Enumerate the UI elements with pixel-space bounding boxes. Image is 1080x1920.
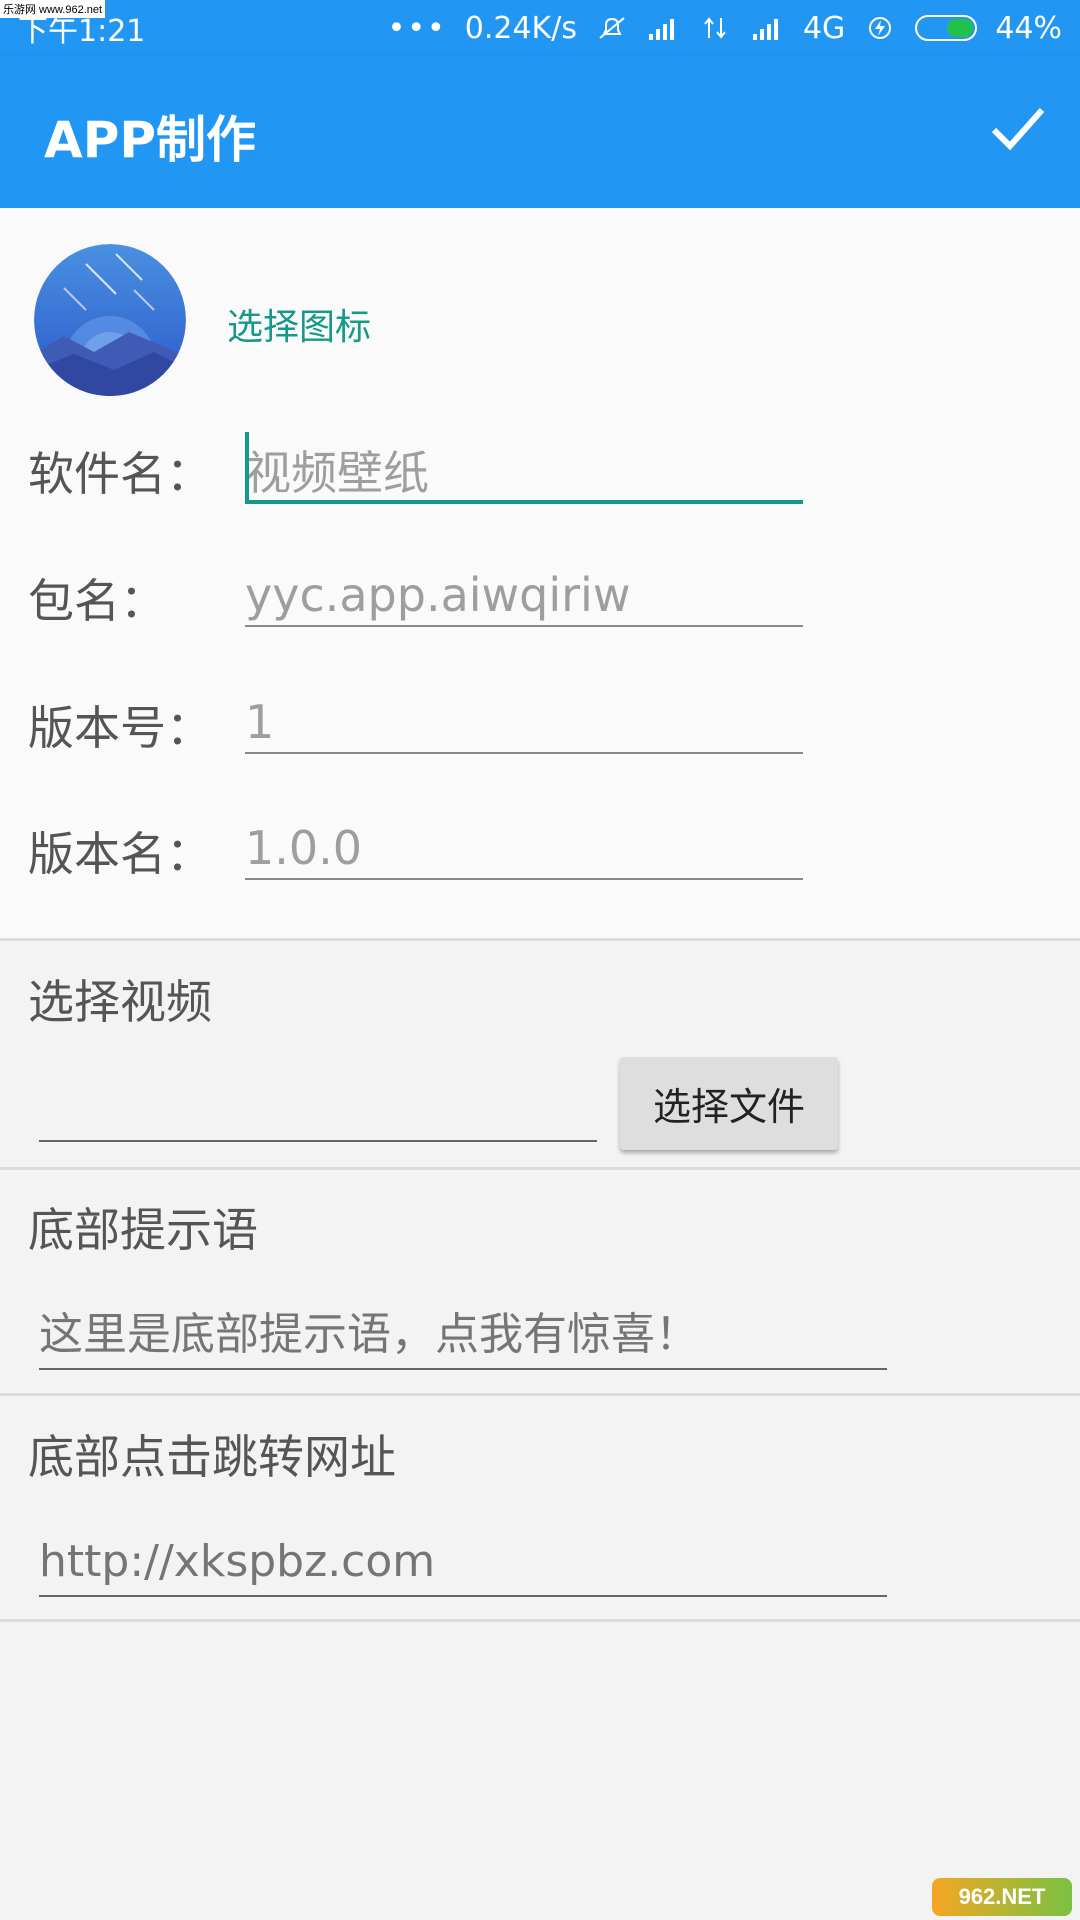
data-arrows-icon: [704, 17, 726, 39]
battery-percent: 44%: [995, 10, 1062, 46]
app-icon-image: [34, 244, 186, 396]
version-name-label: 版本名：: [28, 827, 212, 881]
status-indicators: ••• 0.24K/s 4G 44%: [388, 11, 1062, 46]
status-bar: 下午1:21 ••• 0.24K/s 4G 44%: [0, 0, 1080, 56]
check-icon[interactable]: [990, 104, 1046, 154]
video-path-input[interactable]: [39, 1080, 597, 1142]
signal-icon: [648, 19, 674, 40]
app-bar: APP制作: [0, 56, 1080, 208]
divider: [0, 1167, 1080, 1170]
version-name-input[interactable]: [245, 818, 803, 880]
more-dots: •••: [387, 10, 447, 46]
version-code-label: 版本号：: [28, 701, 212, 755]
page-title: APP制作: [44, 111, 256, 169]
network-speed: 0.24K/s: [464, 10, 577, 46]
package-name-input[interactable]: [245, 565, 803, 627]
footer-tip-input[interactable]: [39, 1300, 887, 1370]
network-type: 4G: [802, 10, 846, 46]
choose-file-button[interactable]: 选择文件: [620, 1057, 838, 1150]
package-name-label: 包名：: [28, 574, 166, 628]
footer-url-input[interactable]: [39, 1527, 887, 1597]
app-name-input[interactable]: [245, 440, 803, 504]
version-code-input[interactable]: [245, 692, 803, 754]
site-watermark: 乐游网 www.962.net: [0, 0, 106, 18]
app-name-label: 软件名：: [28, 447, 212, 501]
charging-icon: [869, 17, 892, 39]
footer-url-title: 底部点击跳转网址: [28, 1430, 396, 1484]
bottom-watermark: 962.NET: [932, 1878, 1072, 1916]
divider: [0, 1393, 1080, 1396]
divider: [0, 1619, 1080, 1622]
mute-icon: [599, 17, 625, 39]
app-icon-preview[interactable]: [34, 244, 186, 396]
signal-icon-2: [752, 19, 778, 40]
battery-icon: [915, 15, 978, 41]
divider: [0, 938, 1080, 941]
footer-tip-title: 底部提示语: [28, 1203, 258, 1257]
video-section-title: 选择视频: [28, 975, 212, 1029]
text-caret: [245, 432, 249, 500]
pick-icon-link[interactable]: 选择图标: [227, 298, 371, 350]
